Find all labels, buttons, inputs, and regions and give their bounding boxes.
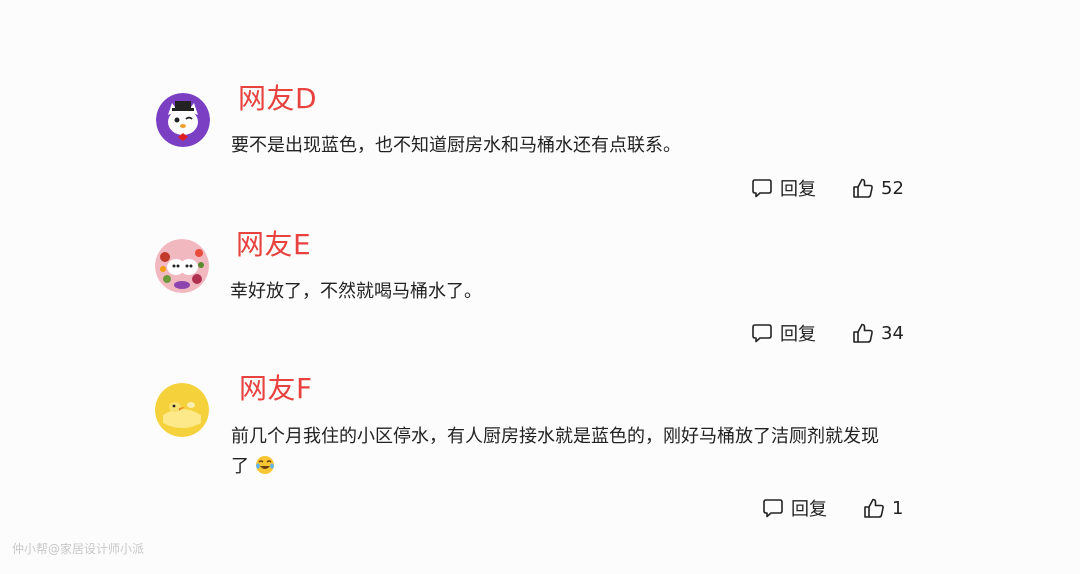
user-avatar[interactable] — [155, 383, 209, 437]
like-button[interactable]: 34 — [852, 322, 904, 344]
flower-dog-avatar-icon — [155, 239, 209, 293]
user-avatar[interactable] — [156, 93, 210, 147]
comment-bubble-icon — [752, 179, 772, 198]
comment-actions: 回复 52 — [751, 175, 904, 201]
laughing-crying-emoji-icon — [255, 455, 275, 485]
reply-button[interactable]: 回复 — [751, 175, 816, 201]
username[interactable]: 网友F — [239, 372, 313, 406]
thumbs-up-icon — [853, 323, 873, 343]
user-avatar[interactable] — [155, 239, 209, 293]
thumbs-up-icon — [864, 498, 884, 518]
reply-button[interactable]: 回复 — [751, 320, 816, 346]
comment-actions: 回复 34 — [751, 320, 904, 346]
reply-button[interactable]: 回复 — [762, 495, 827, 521]
reply-label: 回复 — [791, 499, 827, 520]
comment-text: 幸好放了，不然就喝马桶水了。 — [230, 281, 482, 302]
cartoon-cat-avatar-icon — [156, 93, 210, 147]
like-button[interactable]: 52 — [852, 177, 904, 199]
like-button[interactable]: 1 — [863, 497, 903, 519]
watermark: 仲小帮@家居设计师小派 — [12, 542, 145, 556]
like-count: 52 — [881, 177, 904, 199]
comment-text: 前几个月我住的小区停水，有人厨房接水就是蓝色的，刚好马桶放了洁厕剂就发现了 — [231, 422, 896, 485]
comment-actions: 回复 1 — [762, 495, 903, 521]
username[interactable]: 网友E — [236, 228, 311, 262]
reply-label: 回复 — [780, 179, 816, 200]
comment-bubble-icon — [763, 499, 783, 518]
comment-text: 要不是出现蓝色，也不知道厨房水和马桶水还有点联系。 — [231, 135, 681, 156]
reply-label: 回复 — [780, 324, 816, 345]
comment-text-body: 前几个月我住的小区停水，有人厨房接水就是蓝色的，刚好马桶放了洁厕剂就发现了 — [231, 426, 879, 477]
username[interactable]: 网友D — [238, 82, 317, 116]
yellow-duck-avatar-icon — [155, 383, 209, 437]
thumbs-up-icon — [853, 178, 873, 198]
comment-bubble-icon — [752, 324, 772, 343]
like-count: 34 — [881, 322, 904, 344]
like-count: 1 — [892, 497, 904, 519]
